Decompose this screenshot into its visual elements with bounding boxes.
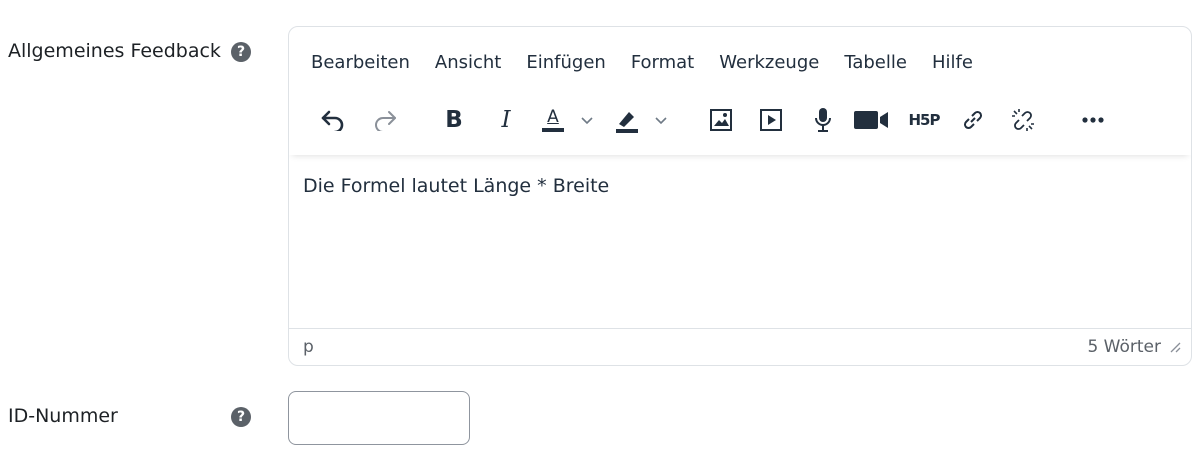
image-icon[interactable] xyxy=(703,97,739,143)
more-icon[interactable] xyxy=(1075,97,1111,143)
feedback-help-icon[interactable]: ? xyxy=(231,42,251,62)
italic-icon[interactable]: I xyxy=(491,97,521,143)
link-icon[interactable] xyxy=(955,97,991,143)
word-count[interactable]: 5 Wörter xyxy=(1087,337,1161,357)
bold-icon[interactable]: B xyxy=(439,97,469,143)
microphone-icon[interactable] xyxy=(805,97,841,143)
feedback-label: Allgemeines Feedback xyxy=(8,40,221,62)
id-number-help-icon[interactable]: ? xyxy=(231,407,251,427)
chevron-down-icon[interactable] xyxy=(653,97,669,143)
id-number-input[interactable] xyxy=(288,391,470,445)
rich-text-editor: Bearbeiten Ansicht Einfügen Format Werkz… xyxy=(288,26,1192,366)
text-color-bar xyxy=(542,127,564,132)
resize-handle-icon[interactable] xyxy=(1169,341,1181,353)
id-number-label: ID-Nummer xyxy=(8,405,118,427)
redo-icon[interactable] xyxy=(367,97,403,143)
menu-einfuegen[interactable]: Einfügen xyxy=(526,52,605,73)
editor-content[interactable]: Die Formel lautet Länge * Breite xyxy=(289,155,1191,329)
unlink-icon[interactable] xyxy=(1005,97,1041,143)
editor-statusbar: p 5 Wörter xyxy=(289,328,1191,365)
text-color-letter: A xyxy=(547,106,559,127)
video-camera-icon[interactable] xyxy=(851,97,891,143)
media-icon[interactable] xyxy=(753,97,789,143)
h5p-icon[interactable]: H5P xyxy=(903,97,945,143)
undo-icon[interactable] xyxy=(315,97,351,143)
menu-hilfe[interactable]: Hilfe xyxy=(932,52,973,73)
highlight-icon[interactable] xyxy=(611,97,643,143)
menu-format[interactable]: Format xyxy=(631,52,694,73)
chevron-down-icon[interactable] xyxy=(579,97,595,143)
menu-werkzeuge[interactable]: Werkzeuge xyxy=(719,52,819,73)
editor-toolbar: B I A H5P xyxy=(289,97,1191,155)
element-path[interactable]: p xyxy=(303,337,1087,357)
menu-ansicht[interactable]: Ansicht xyxy=(435,52,501,73)
text-color-icon[interactable]: A xyxy=(537,97,569,143)
menu-bearbeiten[interactable]: Bearbeiten xyxy=(311,52,410,73)
editor-menubar: Bearbeiten Ansicht Einfügen Format Werkz… xyxy=(289,27,1191,97)
menu-tabelle[interactable]: Tabelle xyxy=(844,52,907,73)
